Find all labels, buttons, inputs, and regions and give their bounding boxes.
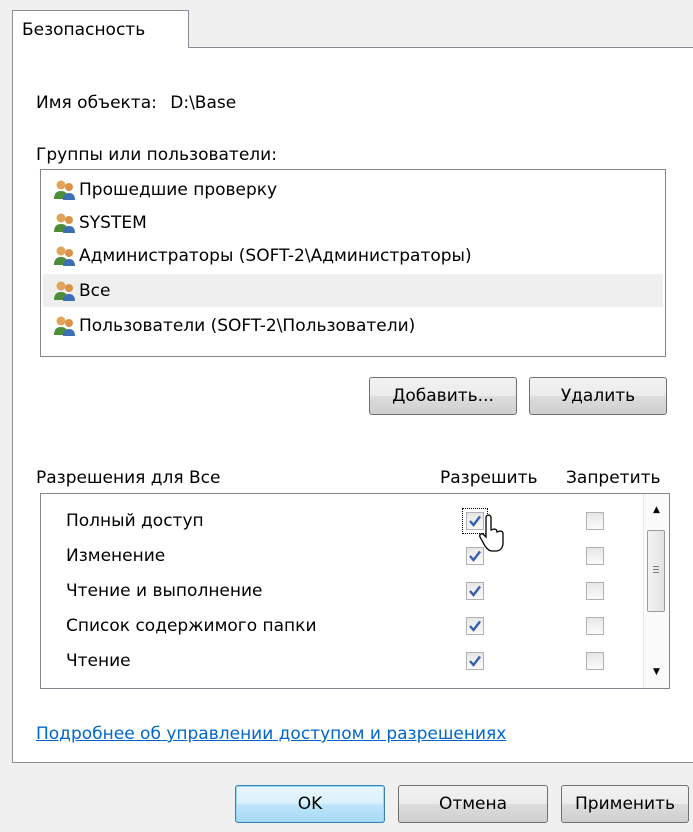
group-item-label: Пользователи (SOFT-2\Пользователи) <box>79 315 416 336</box>
group-item-label: Администраторы (SOFT-2\Администраторы) <box>79 245 472 266</box>
users-group-icon <box>54 213 75 233</box>
remove-button[interactable]: Удалить <box>529 377 667 415</box>
checkmark-icon <box>469 655 481 667</box>
checkmark-icon <box>469 585 481 597</box>
users-group-icon <box>54 281 75 301</box>
group-item-label: Все <box>79 280 111 301</box>
group-item-administrators[interactable]: Администраторы (SOFT-2\Администраторы) <box>43 239 663 272</box>
add-button[interactable]: Добавить... <box>369 377 517 415</box>
permission-label: Полный доступ <box>66 511 204 531</box>
group-item-authenticated[interactable]: Прошедшие проверку <box>43 173 663 206</box>
deny-checkbox[interactable] <box>586 582 604 600</box>
group-item-label: Прошедшие проверку <box>79 179 278 200</box>
object-name-row: Имя объекта: D:\Base <box>36 93 236 113</box>
checkmark-icon <box>469 620 481 632</box>
permission-row-read-execute: Чтение и выполнение <box>41 574 641 609</box>
group-item-system[interactable]: SYSTEM <box>43 206 663 239</box>
tab-security[interactable]: Безопасность <box>12 10 189 48</box>
permission-row-modify: Изменение <box>41 539 641 574</box>
permission-row-list-folder: Список содержимого папки <box>41 609 641 644</box>
users-group-icon <box>54 316 75 336</box>
groups-label: Группы или пользователи: <box>36 145 277 165</box>
object-name-value: D:\Base <box>170 93 237 113</box>
permissions-label: Разрешения для Все <box>36 468 221 488</box>
allow-column-header: Разрешить <box>440 468 538 488</box>
permission-row-read: Чтение <box>41 644 641 679</box>
allow-checkbox[interactable] <box>466 582 484 600</box>
permission-label: Чтение и выполнение <box>66 581 263 601</box>
cancel-button[interactable]: Отмена <box>398 785 548 823</box>
group-item-users[interactable]: Пользователи (SOFT-2\Пользователи) <box>43 309 663 342</box>
deny-checkbox[interactable] <box>586 617 604 635</box>
scroll-up-arrow-icon[interactable]: ▲ <box>644 498 669 522</box>
users-group-icon <box>54 180 75 200</box>
deny-column-header: Запретить <box>566 468 661 488</box>
permission-row-full-control: Полный доступ <box>41 504 641 539</box>
deny-checkbox[interactable] <box>586 652 604 670</box>
object-name-label: Имя объекта: <box>36 93 157 113</box>
deny-checkbox[interactable] <box>586 512 604 530</box>
scrollbar-thumb[interactable] <box>647 530 665 612</box>
group-item-everyone[interactable]: Все <box>43 274 663 307</box>
groups-listbox[interactable]: Прошедшие проверку SYSTEM Администраторы… <box>40 169 666 357</box>
permission-label: Изменение <box>66 546 166 566</box>
permissions-list: Полный доступ Изменение Чтение и выполне… <box>40 493 670 689</box>
allow-checkbox[interactable] <box>466 617 484 635</box>
scroll-down-arrow-icon[interactable]: ▼ <box>644 660 669 684</box>
apply-button[interactable]: Применить <box>561 785 689 823</box>
group-item-label: SYSTEM <box>79 212 147 233</box>
permission-label: Список содержимого папки <box>66 616 317 636</box>
permission-label: Чтение <box>66 651 131 671</box>
mouse-cursor-icon <box>479 514 504 552</box>
allow-checkbox[interactable] <box>466 652 484 670</box>
tab-security-label: Безопасность <box>22 20 146 40</box>
deny-checkbox[interactable] <box>586 547 604 565</box>
users-group-icon <box>54 246 75 266</box>
access-control-help-link[interactable]: Подробнее об управлении доступом и разре… <box>36 724 506 744</box>
ok-button[interactable]: OK <box>235 785 385 823</box>
vertical-scrollbar[interactable]: ▲ ▼ <box>643 494 669 688</box>
